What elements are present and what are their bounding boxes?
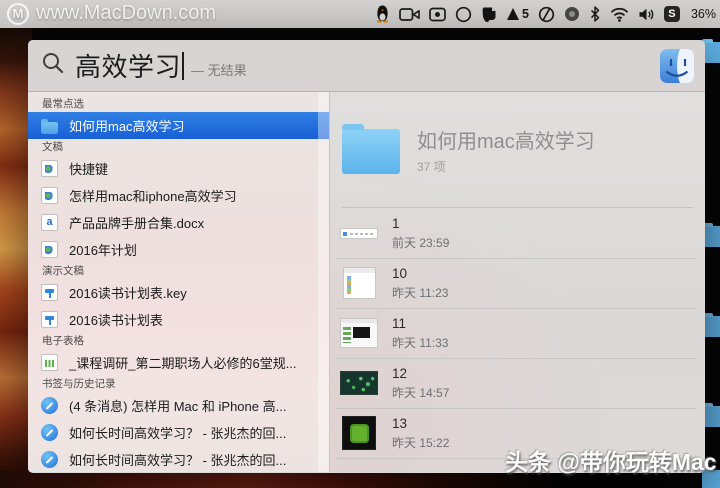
preview-header: 如何用mac高效学习 37 项: [330, 92, 705, 207]
result-row[interactable]: 2016读书计划表.key: [28, 279, 329, 306]
watermark-top: M www.MacDown.com: [7, 2, 216, 25]
result-row[interactable]: _课程调研_第二期职场人必修的6堂规...: [28, 349, 329, 376]
document-icon: [41, 187, 58, 204]
document-icon: [41, 160, 58, 177]
section-header-spreadsheets: 电子表格: [42, 335, 84, 347]
file-thumbnail: [340, 227, 378, 239]
s-app-label: S: [668, 8, 676, 20]
result-row[interactable]: 如何长时间高效学习？ - 张兆杰的回...: [28, 446, 329, 472]
watermark-bottom: 头条 @带你玩转Mac: [505, 449, 717, 475]
s-app-icon[interactable]: S: [663, 6, 680, 22]
result-row[interactable]: 2016年计划: [28, 236, 329, 263]
section-header-presentations: 演示文稿: [42, 265, 84, 277]
screen-record-icon[interactable]: [429, 7, 446, 22]
result-row[interactable]: 如何长时间高效学习？ - 张兆杰的回...: [28, 419, 329, 446]
word-document-icon: a: [41, 214, 58, 231]
bluetooth-icon[interactable]: [589, 6, 601, 22]
section-header-top-hit: 最常点选: [42, 98, 84, 110]
menu-bar: 5 S 36% M www.MacDown.com: [0, 0, 720, 28]
file-row[interactable]: 10 昨天 11:23: [330, 258, 705, 308]
finder-icon: [659, 48, 695, 84]
video-camera-icon[interactable]: [399, 7, 420, 22]
results-sidebar: 最常点选 如何用mac高效学习 文稿 快捷键 怎样用mac和iphone高效学习: [28, 92, 330, 472]
recording-dot-icon[interactable]: [564, 6, 580, 22]
preview-title: 如何用mac高效学习: [417, 130, 595, 153]
desktop: 5 S 36% M www.MacDown.com 高效学习 — 无结果 最常点…: [0, 0, 720, 488]
spreadsheet-icon: [41, 354, 58, 371]
file-thumbnail: [342, 416, 376, 450]
search-input[interactable]: 高效学习: [75, 47, 181, 84]
volume-icon[interactable]: [638, 7, 655, 22]
file-row[interactable]: 1 前天 23:59: [330, 208, 705, 258]
evernote-elephant-icon[interactable]: [481, 6, 497, 23]
battery-percentage[interactable]: 36%: [691, 7, 716, 21]
do-not-disturb-icon[interactable]: [538, 6, 555, 23]
watermark-top-text: www.MacDown.com: [36, 2, 217, 24]
result-row[interactable]: 2016读书计划表: [28, 306, 329, 333]
wifi-icon[interactable]: [610, 7, 629, 22]
file-thumbnail: [340, 371, 378, 395]
result-row[interactable]: 快捷键: [28, 155, 329, 182]
sidebar-scrollbar[interactable]: [318, 92, 329, 472]
keynote-icon: [41, 284, 58, 301]
result-row-top-hit[interactable]: 如何用mac高效学习: [28, 112, 329, 139]
result-row[interactable]: 怎样用mac和iphone高效学习: [28, 182, 329, 209]
keynote-icon: [41, 311, 58, 328]
menu-bar-status-icons: 5 S 36%: [375, 0, 716, 28]
circle-outline-icon[interactable]: [455, 6, 472, 23]
preview-panel: 如何用mac高效学习 37 项 1 前天 23:59 10 昨天 11:23 1…: [330, 92, 705, 472]
desktop-wallpaper-bottom: [0, 471, 560, 488]
spotlight-window: 高效学习 — 无结果 最常点选 如何用mac高效学习 文稿 快捷键 怎样用mac…: [28, 40, 705, 473]
search-icon: [41, 51, 65, 80]
file-thumbnail: [340, 318, 378, 348]
app-badge-5-icon[interactable]: 5: [506, 7, 529, 21]
text-cursor: [182, 51, 185, 80]
file-thumbnail: [342, 267, 376, 299]
section-header-bookmarks-history: 书签与历史记录: [42, 378, 116, 390]
folder-icon-large: [342, 124, 400, 174]
safari-icon: [41, 424, 58, 441]
result-row[interactable]: a 产品品牌手册合集.docx: [28, 209, 329, 236]
preview-item-count: 37 项: [417, 159, 446, 174]
search-status: — 无结果: [191, 62, 247, 78]
safari-icon: [41, 397, 58, 414]
app-badge-5-label: 5: [522, 7, 529, 21]
safari-icon: [41, 451, 58, 468]
tux-penguin-icon[interactable]: [375, 5, 390, 23]
file-row[interactable]: 12 昨天 14:57: [330, 358, 705, 408]
file-row[interactable]: 11 昨天 11:33: [330, 308, 705, 358]
folder-icon: [41, 119, 58, 134]
section-header-documents: 文稿: [42, 141, 63, 153]
document-icon: [41, 241, 58, 258]
result-row[interactable]: (4 条消息) 怎样用 Mac 和 iPhone 高...: [28, 392, 329, 419]
macdown-logo-icon: M: [7, 2, 29, 25]
spotlight-search-bar[interactable]: 高效学习 — 无结果: [28, 40, 705, 92]
